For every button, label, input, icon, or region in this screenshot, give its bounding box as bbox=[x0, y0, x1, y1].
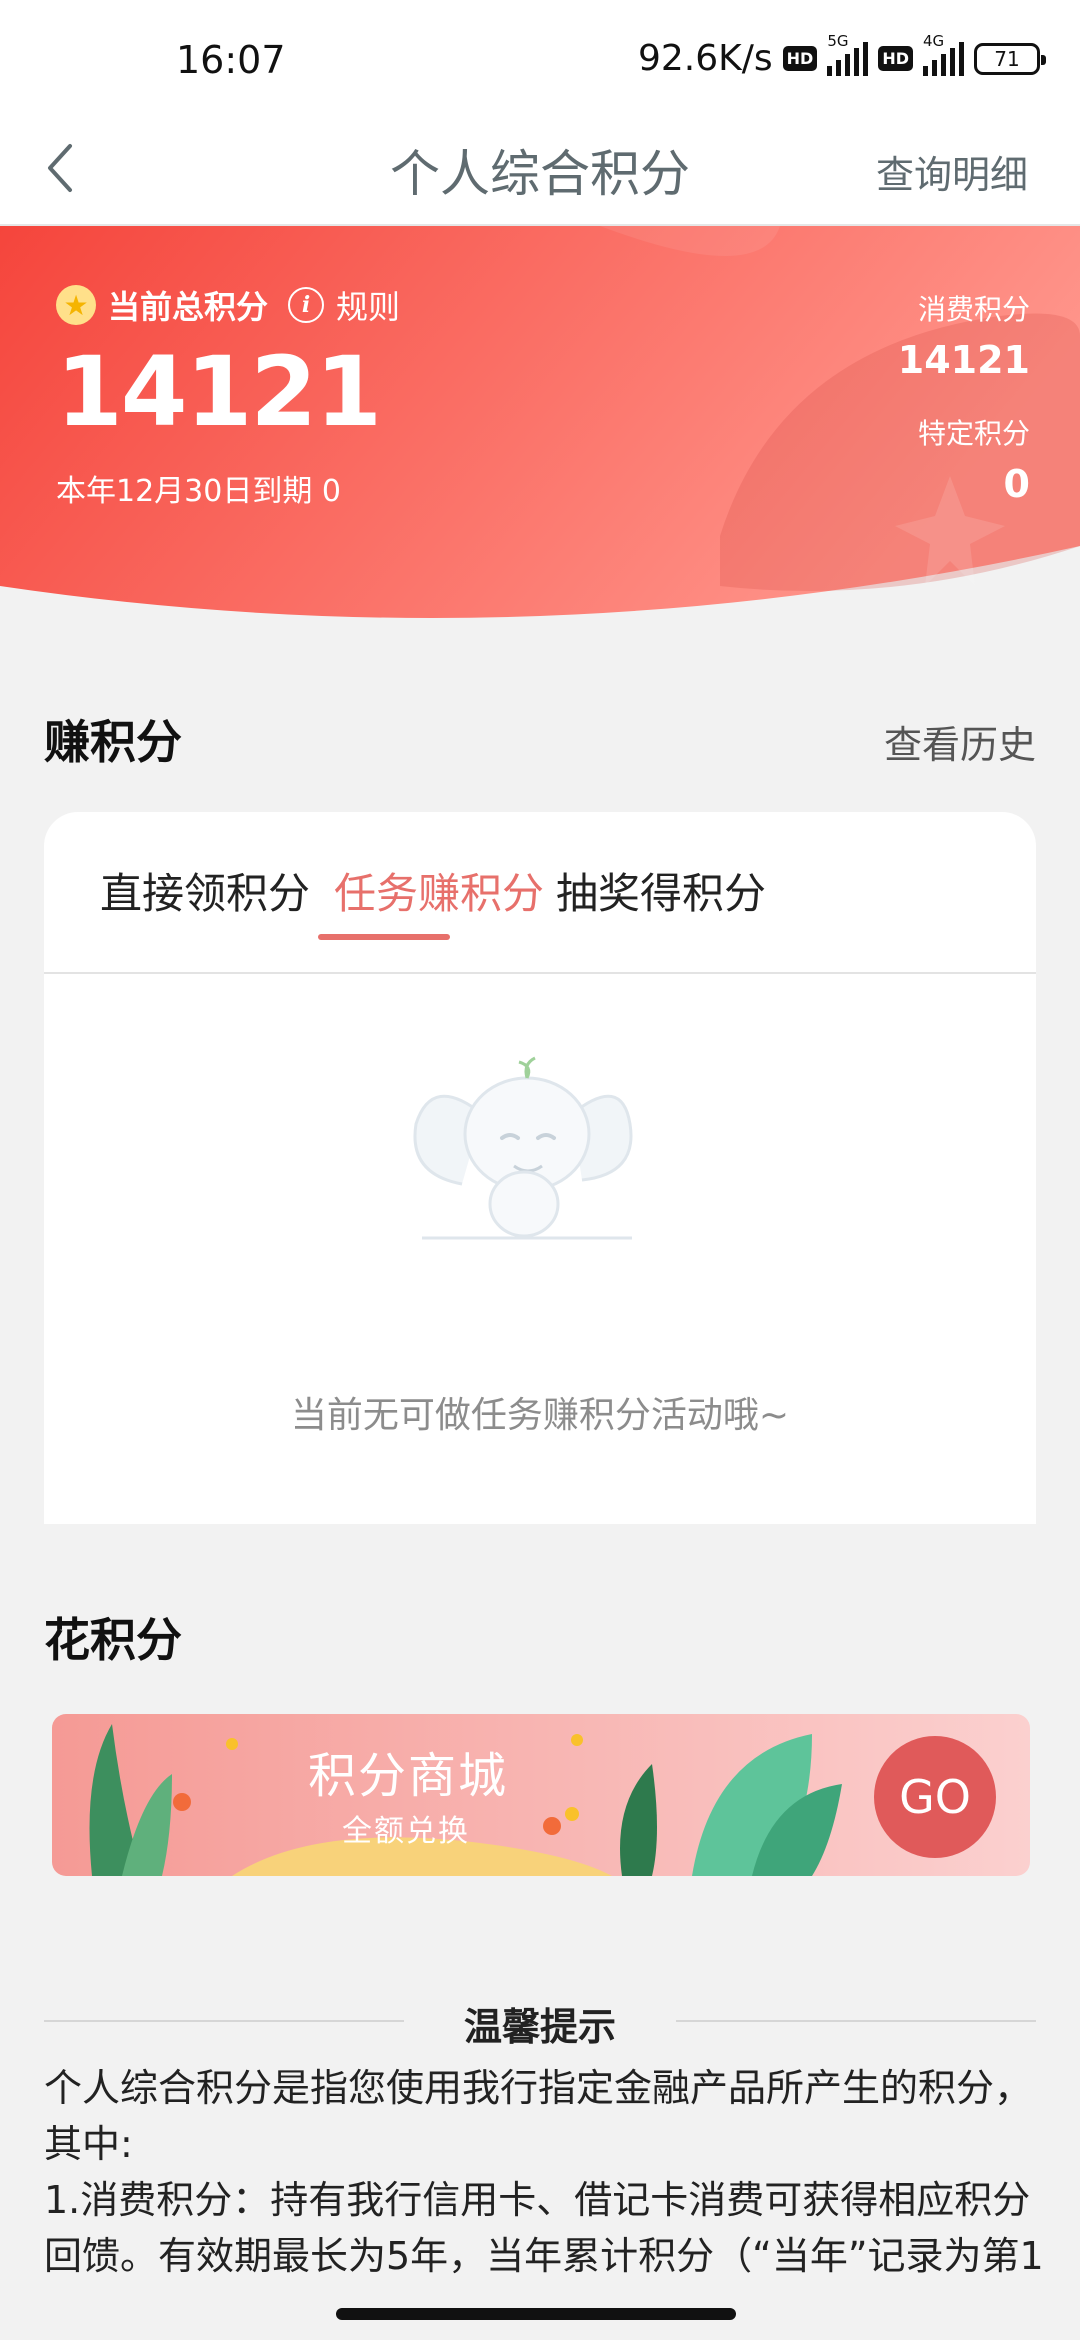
tips-paragraph: 个人综合积分是指您使用我行指定金融产品所产生的积分，其中: bbox=[44, 2066, 1033, 2166]
earn-tabs: 直接领积分 任务赚积分 抽奖得积分 bbox=[44, 812, 1036, 974]
status-time: 16:07 bbox=[176, 38, 286, 82]
banner-title: 积分商城 bbox=[308, 1748, 509, 1804]
tips-header: 温馨提示 bbox=[44, 1996, 1036, 2049]
special-points: 特定积分 0 bbox=[918, 412, 1030, 506]
tab-direct-points[interactable]: 直接领积分 bbox=[100, 860, 310, 921]
signal-5g-icon: 5G bbox=[827, 32, 869, 76]
points-mall-banner[interactable]: 积分商城 全额兑换 GO bbox=[52, 1714, 1030, 1876]
banner-subtitle: 全额兑换 bbox=[342, 1814, 470, 1849]
battery-icon: 71 bbox=[974, 42, 1046, 75]
status-bar: 16:07 92.6K/s HD 5G HD 4G 71 bbox=[0, 0, 1080, 110]
info-icon[interactable]: i bbox=[288, 287, 325, 323]
active-tab-indicator bbox=[318, 934, 450, 940]
network-speed: 92.6K/s bbox=[638, 38, 773, 79]
home-indicator[interactable] bbox=[336, 2308, 736, 2320]
tab-task-points[interactable]: 任务赚积分 bbox=[334, 860, 544, 921]
total-points-header: ★ 当前总积分 i 规则 bbox=[56, 282, 400, 328]
spend-section-title: 花积分 bbox=[44, 1613, 182, 1667]
consume-points-label: 消费积分 bbox=[917, 293, 1030, 326]
total-points-label: 当前总积分 bbox=[108, 288, 269, 326]
consume-points: 消费积分 14121 bbox=[898, 288, 1030, 382]
total-points-value: 14121 bbox=[56, 336, 382, 448]
tips-title: 温馨提示 bbox=[463, 2005, 616, 2049]
status-icons: 92.6K/s HD 5G HD 4G 71 bbox=[638, 32, 1046, 79]
query-detail-link[interactable]: 查询明细 bbox=[876, 144, 1028, 199]
tips-divider-right bbox=[676, 2020, 1036, 2022]
hd-icon: HD bbox=[782, 46, 818, 71]
hd-icon-2: HD bbox=[878, 46, 913, 71]
nav-bar: 个人综合积分 查询明细 bbox=[0, 110, 1080, 226]
tips-paragraph: 1.消费积分：持有我行信用卡、借记卡消费可获得相应积分回馈。有效期最长为5年，当… bbox=[44, 2178, 1044, 2292]
empty-state-text: 当前无可做任务赚积分活动哦~ bbox=[290, 1395, 790, 1436]
tab-lottery-points[interactable]: 抽奖得积分 bbox=[556, 860, 766, 921]
signal-4g-icon: 4G bbox=[923, 32, 964, 76]
star-icon: ★ bbox=[56, 285, 96, 325]
earn-card: 直接领积分 任务赚积分 抽奖得积分 当前无可做任务赚积分活动哦~ bbox=[44, 812, 1036, 1524]
earn-section-title: 赚积分 bbox=[44, 715, 182, 769]
empty-elephant-illustration bbox=[413, 1056, 633, 1240]
expire-note: 本年12月30日到期 0 bbox=[56, 474, 341, 509]
special-points-value: 0 bbox=[1003, 462, 1030, 506]
special-points-label: 特定积分 bbox=[917, 417, 1030, 450]
view-history-link[interactable]: 查看历史 bbox=[884, 714, 1036, 769]
go-button[interactable]: GO bbox=[874, 1736, 996, 1858]
rules-link[interactable]: 规则 bbox=[336, 282, 400, 328]
tips-body: 个人综合积分是指您使用我行指定金融产品所产生的积分，其中: 1.消费积分：持有我… bbox=[44, 2060, 1044, 2292]
consume-points-value: 14121 bbox=[897, 338, 1030, 382]
points-summary-panel: ★ 当前总积分 i 规则 14121 本年12月30日到期 0 消费积分 141… bbox=[0, 226, 1080, 636]
